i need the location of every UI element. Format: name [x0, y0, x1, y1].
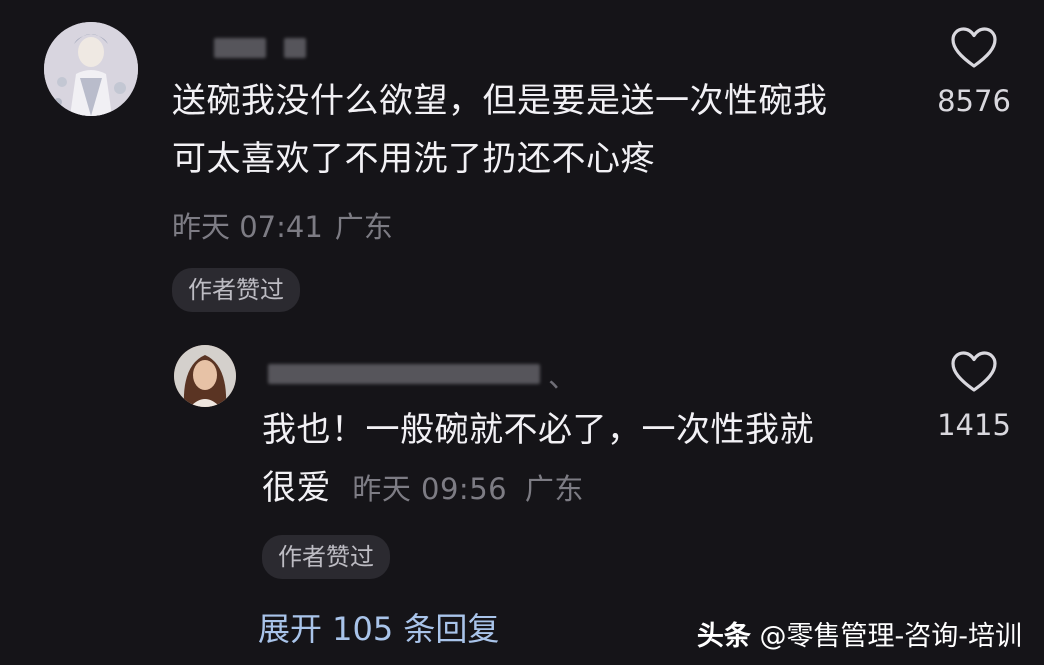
illustrated-avatar-icon [44, 22, 138, 116]
comment-time: 昨天 09:56 [352, 472, 508, 506]
comment-meta: 昨天 09:56 广东 [352, 472, 584, 506]
heart-icon [951, 27, 997, 68]
username-blurred[interactable] [268, 364, 540, 384]
like-button[interactable]: 1415 [924, 350, 1024, 442]
comment-location: 广东 [524, 472, 584, 506]
comment-text-tail: 很爱 [262, 468, 331, 508]
author-liked-badge: 作者赞过 [262, 535, 390, 579]
username-suffix: 、 [548, 360, 578, 394]
comment-text-line: 很爱 昨天 09:56 广东 [262, 459, 814, 518]
watermark-brand: 头条 [696, 621, 751, 652]
avatar[interactable] [44, 22, 138, 116]
like-count: 1415 [937, 408, 1011, 442]
like-count: 8576 [937, 84, 1011, 118]
heart-icon [951, 351, 997, 392]
comment-meta: 昨天 07:41 广东 [172, 204, 393, 246]
expand-replies-link[interactable]: 展开 105 条回复 [258, 604, 499, 650]
watermark-account: @零售管理-咨询-培训 [759, 621, 1023, 652]
comment-text: 我也！一般碗就不必了，一次性我就 很爱 昨天 09:56 广东 [262, 401, 814, 518]
author-liked-badge: 作者赞过 [172, 268, 300, 312]
avatar[interactable] [174, 345, 236, 407]
comment-time: 昨天 07:41 [172, 210, 323, 244]
comment-text-line: 我也！一般碗就不必了，一次性我就 [262, 410, 814, 450]
username-blurred[interactable] [214, 38, 266, 58]
comment-text-line: 送碗我没什么欲望，但是要是送一次性碗我 [172, 81, 828, 121]
comment-text: 送碗我没什么欲望，但是要是送一次性碗我 可太喜欢了不用洗了扔还不心疼 [172, 72, 828, 188]
comment-text-line: 可太喜欢了不用洗了扔还不心疼 [172, 139, 655, 179]
comment-location: 广东 [334, 210, 393, 244]
photo-avatar-icon [174, 345, 236, 407]
watermark: 头条 @零售管理-咨询-培训 [697, 614, 1022, 653]
like-button[interactable]: 8576 [924, 26, 1024, 118]
username-blurred[interactable] [284, 38, 306, 58]
